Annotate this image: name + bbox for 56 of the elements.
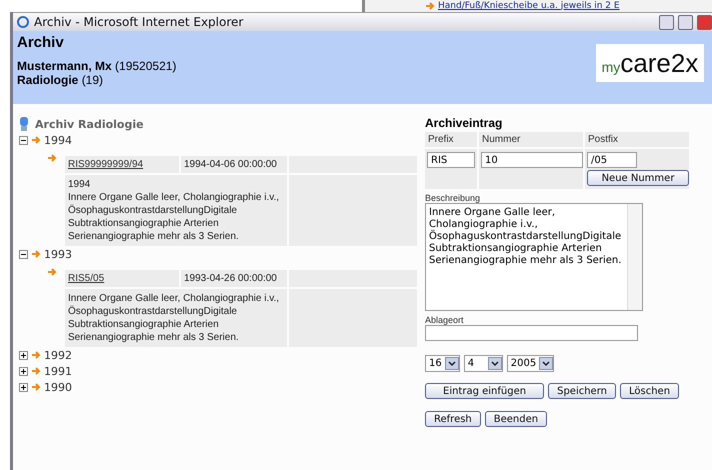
prefix-label: Prefix bbox=[425, 132, 477, 147]
new-number-button[interactable]: Neue Nummer bbox=[587, 170, 689, 186]
year-label[interactable]: 1991 bbox=[44, 364, 72, 378]
record-description: 1994 Innere Organe Galle leer, Cholangiographie i.v., ÖsophaguskontrastdarstellungDigitale Subtraktionsangiographie Arterien Serienangiographie mehr als 3 Serien. bbox=[65, 175, 287, 246]
form-title: Archiveintrag bbox=[425, 116, 504, 130]
expand-icon[interactable] bbox=[19, 350, 28, 360]
scrollbar[interactable] bbox=[627, 204, 642, 310]
action-button[interactable]: Refresh bbox=[425, 411, 481, 427]
postfix-label: Postfix bbox=[585, 132, 689, 147]
page-title: Archiv bbox=[17, 34, 65, 51]
arrow-icon bbox=[31, 350, 41, 360]
description-field[interactable]: Innere Organe Galle leer, Cholangiographie i.v., ÖsophaguskontrastdarstellungDigitale Subtraktionsangiographie Arterien Serienangiographie mehr als 3 Serien. bbox=[425, 203, 643, 311]
department-info: Radiologie (19) bbox=[17, 73, 104, 87]
maximize-button[interactable] bbox=[678, 14, 693, 30]
action-button[interactable]: Beenden bbox=[484, 411, 548, 427]
day-select[interactable]: 16 bbox=[425, 355, 460, 372]
prefix-field[interactable]: RIS bbox=[427, 152, 475, 168]
arrow-icon bbox=[31, 382, 41, 392]
archive-icon bbox=[19, 117, 29, 131]
year-label[interactable]: 1993 bbox=[44, 248, 72, 260]
action-button[interactable]: Eintrag einfügen bbox=[425, 383, 544, 399]
window-title: Archiv - Microsoft Internet Explorer bbox=[34, 15, 244, 29]
patient-info: Mustermann, Mx (19520521) bbox=[17, 59, 176, 73]
year-label[interactable]: 1990 bbox=[44, 380, 72, 394]
browser-icon bbox=[16, 15, 30, 29]
action-button[interactable]: Speichern bbox=[548, 383, 616, 399]
record-description: Innere Organe Galle leer, Cholangiographie i.v., ÖsophaguskontrastdarstellungDigitale Subtraktionsangiographie Arterien Serienangiographie mehr als 3 Serien. bbox=[65, 289, 287, 347]
description-label: Beschreibung bbox=[425, 193, 482, 203]
location-label: Ablageort bbox=[425, 315, 465, 325]
arrow-icon bbox=[425, 1, 435, 11]
action-button[interactable]: Löschen bbox=[620, 383, 680, 399]
expand-icon[interactable] bbox=[19, 366, 28, 376]
collapse-icon[interactable] bbox=[19, 136, 28, 144]
expand-icon[interactable] bbox=[19, 382, 28, 392]
minimize-button[interactable] bbox=[659, 14, 674, 30]
arrow-icon bbox=[31, 249, 41, 259]
month-select[interactable]: 4 bbox=[464, 355, 503, 372]
close-button[interactable] bbox=[697, 14, 712, 30]
postfix-field[interactable]: /05 bbox=[587, 152, 637, 168]
number-field[interactable]: 10 bbox=[481, 152, 583, 168]
year-label[interactable]: 1992 bbox=[44, 348, 72, 362]
logo: mycare2x bbox=[596, 44, 704, 82]
year-label[interactable]: 1994 bbox=[44, 134, 72, 146]
tree-title: Archiv Radiologie bbox=[35, 118, 144, 130]
year-select[interactable]: 2005 bbox=[506, 355, 554, 372]
arrow-icon bbox=[47, 267, 57, 277]
record-date: 1994-04-06 00:00:00 bbox=[181, 156, 287, 173]
collapse-icon[interactable] bbox=[19, 250, 28, 258]
location-field[interactable] bbox=[425, 325, 638, 341]
record-date: 1993-04-26 00:00:00 bbox=[181, 270, 287, 287]
number-label: Nummer bbox=[479, 132, 583, 147]
arrow-icon bbox=[31, 135, 41, 145]
record-link[interactable]: RIS99999999/94 bbox=[65, 156, 179, 173]
arrow-icon bbox=[47, 153, 57, 163]
record-link[interactable]: RIS5/05 bbox=[65, 270, 179, 287]
arrow-icon bbox=[31, 366, 41, 376]
